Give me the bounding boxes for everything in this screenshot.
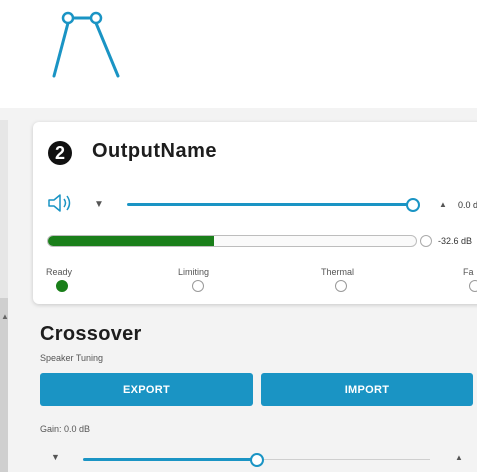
status-label-fault: Fa [463, 267, 474, 277]
level-meter [47, 235, 417, 247]
import-button[interactable]: IMPORT [261, 373, 473, 406]
gain-down-icon[interactable]: ▼ [51, 452, 60, 462]
scrollbar[interactable] [0, 298, 8, 472]
volume-slider-track[interactable] [127, 203, 413, 206]
output-number-badge: 2 [48, 141, 72, 165]
output-name: OutputName [92, 140, 217, 162]
chevron-up-icon[interactable]: ▲ [439, 200, 447, 209]
gain-slider-thumb[interactable] [250, 453, 264, 467]
gain-slider-track[interactable] [83, 458, 256, 461]
gain-up-icon[interactable]: ▲ [455, 453, 463, 462]
gain-label: Gain: 0.0 dB [40, 424, 91, 434]
gain-slider-rest[interactable] [262, 459, 430, 460]
export-button[interactable]: EXPORT [40, 373, 253, 406]
chevron-down-icon[interactable]: ▼ [94, 199, 104, 210]
status-led-fault [469, 280, 477, 292]
meter-clip-indicator [420, 235, 432, 247]
crossover-title: Crossover [40, 323, 142, 345]
status-label-thermal: Thermal [321, 267, 355, 277]
status-led-ready [56, 280, 68, 292]
speaker-tuning-label: Speaker Tuning [40, 353, 104, 363]
volume-value: 0.0 d [458, 200, 477, 210]
meter-value: -32.6 dB [438, 236, 473, 246]
level-meter-fill [48, 236, 214, 246]
speaker-icon[interactable] [47, 194, 75, 217]
status-led-limiting [192, 280, 204, 292]
status-led-thermal [335, 280, 347, 292]
crossover-logo-icon [48, 8, 124, 85]
volume-slider-thumb[interactable] [406, 198, 420, 212]
status-label-limiting: Limiting [178, 267, 210, 277]
status-label-ready: Ready [46, 267, 73, 277]
scroll-up-icon[interactable]: ▲ [1, 312, 9, 321]
